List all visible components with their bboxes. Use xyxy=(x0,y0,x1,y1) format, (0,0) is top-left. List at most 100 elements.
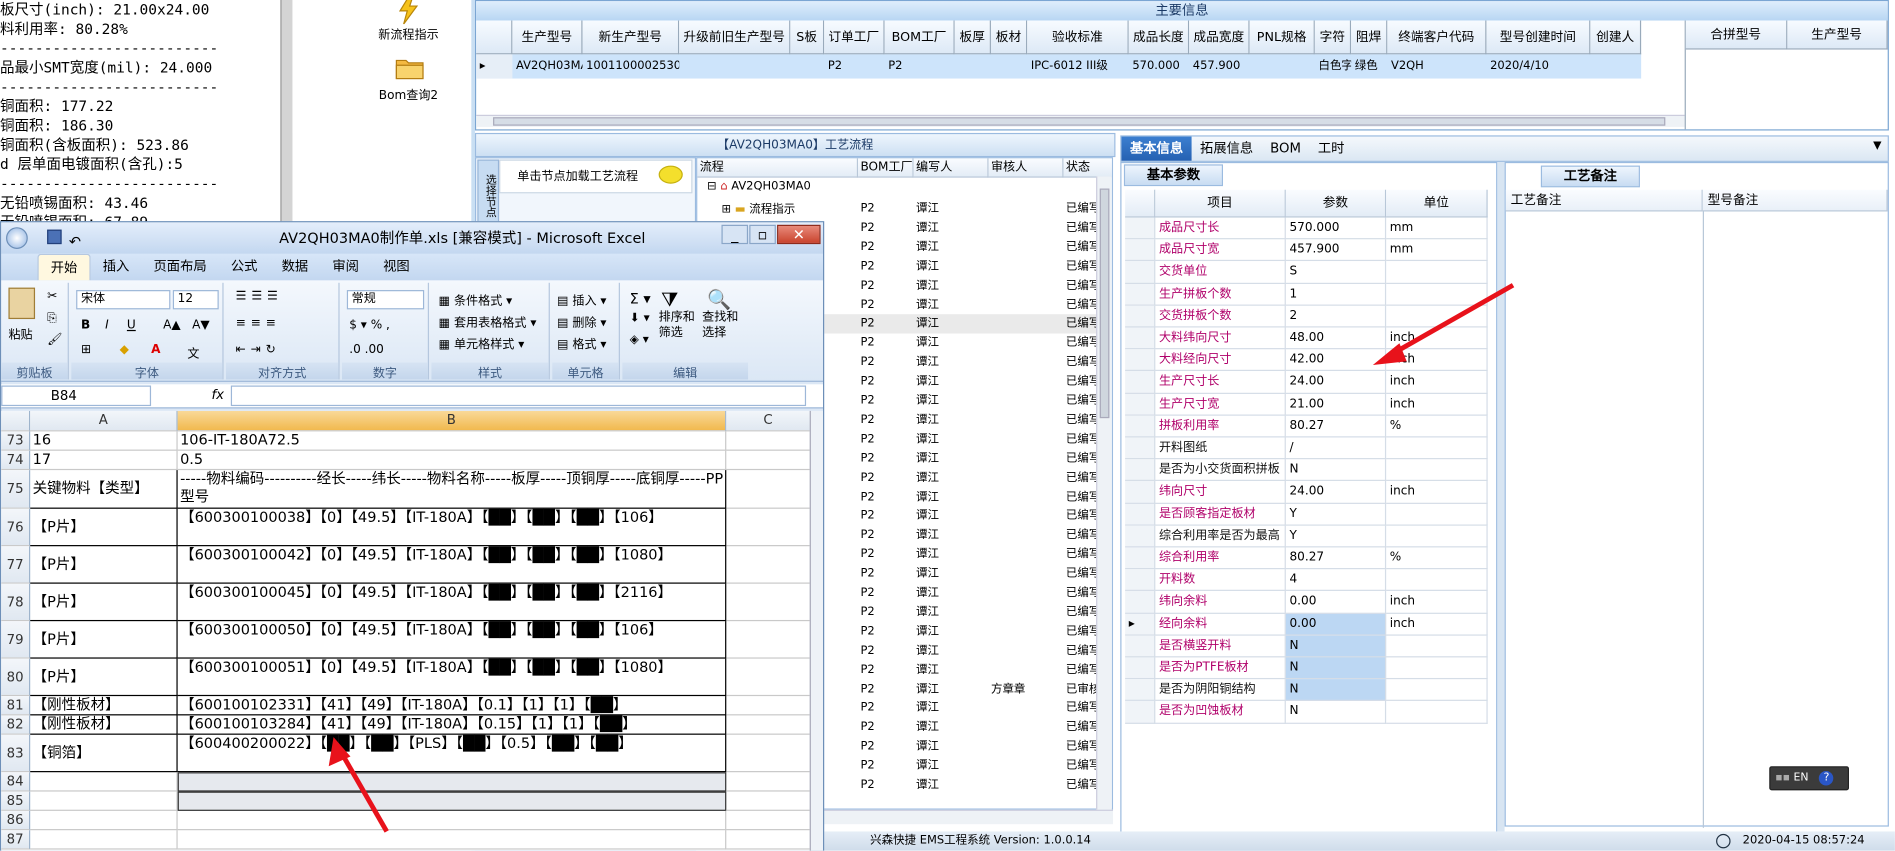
param-value[interactable]: 24.00 xyxy=(1285,481,1387,504)
param-row[interactable]: 交货单位 S xyxy=(1125,261,1488,284)
horizontal-scrollbar[interactable] xyxy=(476,114,1685,127)
copy-icon[interactable]: ⎘ xyxy=(47,312,57,325)
number-format-select[interactable]: 常规 xyxy=(346,290,425,310)
table-format-button[interactable]: ▦ 套用表格格式 ▾ xyxy=(439,312,537,330)
ribbon-tab[interactable]: 审阅 xyxy=(320,254,371,281)
column-header[interactable]: 生产型号 xyxy=(1786,20,1888,50)
fill-icon[interactable]: ⬇ ▾ xyxy=(630,312,650,325)
row-number[interactable]: 73 xyxy=(1,431,31,451)
column-header[interactable]: 工艺备注 xyxy=(1505,189,1703,212)
indent-icons[interactable]: ⇤⇥↻ xyxy=(236,343,281,356)
cell-a[interactable] xyxy=(30,772,178,792)
param-value[interactable]: 80.27 xyxy=(1285,415,1387,438)
ribbon-tab[interactable]: 公式 xyxy=(219,254,270,281)
splitter[interactable] xyxy=(1497,161,1505,851)
horizontal-align-icons[interactable]: ≡≡≡ xyxy=(236,317,281,330)
column-header[interactable]: 项目 xyxy=(1155,189,1286,218)
grow-font-icon[interactable]: A▲ xyxy=(163,319,181,332)
shortcut-new-flow[interactable]: 新流程指示 xyxy=(348,0,469,42)
cell-c[interactable] xyxy=(726,658,811,697)
cell-a[interactable]: 【刚性板材】 xyxy=(30,696,178,716)
restore-button[interactable]: ▫ xyxy=(749,224,776,245)
column-header[interactable]: 合拼型号 xyxy=(1685,20,1787,50)
column-header[interactable]: 成品长度 xyxy=(1128,20,1190,55)
row-number[interactable]: 79 xyxy=(1,621,31,659)
cell-b[interactable]: 【600300100045】【0】【49.5】【IT-180A】【██】【██】… xyxy=(177,583,727,622)
table-cell[interactable] xyxy=(991,54,1027,78)
cell-c[interactable] xyxy=(726,621,811,659)
bold-icon[interactable]: B xyxy=(81,319,90,332)
param-row[interactable]: 生产尺寸宽 21.00 inch xyxy=(1125,393,1488,416)
param-row[interactable]: 开料数 4 xyxy=(1125,569,1488,592)
fill-color-icon[interactable]: ◆ xyxy=(120,343,129,356)
row-number[interactable]: 86 xyxy=(1,810,31,831)
table-cell[interactable]: V2QH xyxy=(1387,54,1486,78)
cell-c[interactable] xyxy=(726,830,811,850)
tab-basic-info[interactable]: 基本信息 xyxy=(1121,136,1192,161)
cell-b[interactable]: 【600100103284】【41】【49】【IT-180A】【0.15】【1】… xyxy=(177,715,727,735)
cell-a[interactable]: 16 xyxy=(30,431,178,451)
column-header[interactable]: S板 xyxy=(790,20,825,55)
paste-icon[interactable] xyxy=(8,287,36,320)
cell-b[interactable] xyxy=(177,830,727,850)
save-icon[interactable] xyxy=(47,229,62,245)
office-button-icon[interactable] xyxy=(6,227,28,249)
table-row[interactable]: ▸AV2QH03MA010011000025302 P2P2 IPC-6012 II… xyxy=(476,54,1642,79)
row-number[interactable]: 80 xyxy=(1,658,31,697)
paste-label[interactable]: 粘贴 xyxy=(8,324,32,342)
param-row[interactable]: 纬向尺寸 24.00 inch xyxy=(1125,481,1488,504)
cell-a[interactable]: 【刚性板材】 xyxy=(30,715,178,735)
row-number[interactable]: 76 xyxy=(1,508,31,547)
param-row[interactable]: 是否为小交货面积拼板 N xyxy=(1125,459,1488,482)
param-row[interactable]: 拼板利用率 80.27% xyxy=(1125,415,1488,438)
param-value[interactable]: 21.00 xyxy=(1285,393,1387,416)
param-row[interactable]: 综合利用率是否为最高 Y xyxy=(1125,525,1488,548)
param-row[interactable]: 是否为PTFE板材 N xyxy=(1125,657,1488,680)
cell-a[interactable]: 【P片】 xyxy=(30,508,178,547)
cut-icon[interactable]: ✂ xyxy=(47,290,57,303)
column-header[interactable]: 验收标准 xyxy=(1027,20,1129,55)
shortcut-bom-query[interactable]: Bom查询2 xyxy=(348,56,469,103)
column-header[interactable]: 字符 xyxy=(1314,20,1352,55)
formula-input[interactable] xyxy=(230,385,807,407)
table-cell[interactable]: 10011000025302 xyxy=(582,54,679,78)
delete-cells-button[interactable]: ▤ 删除 ▾ xyxy=(557,312,606,330)
cell-c[interactable] xyxy=(726,810,811,831)
table-cell[interactable] xyxy=(1250,54,1315,78)
param-value[interactable]: 48.00 xyxy=(1285,327,1387,350)
percent-icon[interactable]: $ ▾ % , xyxy=(349,319,390,332)
column-header[interactable]: 流程 xyxy=(697,158,859,178)
param-row[interactable]: 是否横竖开料 N xyxy=(1125,635,1488,658)
table-row[interactable]: P2 谭江 已编写 xyxy=(697,199,1112,218)
param-value[interactable]: S xyxy=(1285,261,1387,284)
row-number[interactable]: 77 xyxy=(1,546,31,584)
param-row[interactable]: 成品尺寸宽 457.900 mm xyxy=(1125,239,1488,262)
cell-c[interactable] xyxy=(726,715,811,735)
column-header[interactable]: 单位 xyxy=(1386,189,1488,218)
param-value[interactable]: 570.000 xyxy=(1285,217,1387,240)
param-value[interactable]: N xyxy=(1285,701,1387,724)
param-row[interactable]: 综合利用率 80.27% xyxy=(1125,547,1488,570)
param-row[interactable]: 成品尺寸长 570.000 mm xyxy=(1125,217,1488,240)
find-select-label[interactable]: 查找和 选择 xyxy=(702,309,738,340)
worksheet[interactable]: A B C 73 16 106-IT-180A72.5 74 17 0.5 75 关键物料【类型】 -… xyxy=(1,410,811,851)
sort-filter-icon[interactable]: ⧩ xyxy=(661,288,678,312)
cell-b[interactable]: 0.5 xyxy=(177,450,727,471)
table-cell[interactable]: P2 xyxy=(824,54,884,78)
param-value[interactable]: 42.00 xyxy=(1285,349,1387,372)
row-number[interactable]: 74 xyxy=(1,450,31,471)
row-number[interactable]: 83 xyxy=(1,734,31,773)
cell-c[interactable] xyxy=(726,734,811,773)
cell-a[interactable] xyxy=(30,830,178,850)
chevron-down-icon[interactable]: ▼ xyxy=(1873,140,1881,152)
cell-b[interactable] xyxy=(177,810,727,831)
font-color-icon[interactable]: A xyxy=(151,343,160,356)
column-header[interactable]: 订单工厂 xyxy=(824,20,885,55)
column-header[interactable]: A xyxy=(30,410,178,432)
sort-filter-label[interactable]: 排序和 筛选 xyxy=(659,309,695,340)
table-cell[interactable]: P2 xyxy=(885,54,955,78)
param-value[interactable]: 2 xyxy=(1285,305,1387,328)
cell-a[interactable]: 【P片】 xyxy=(30,583,178,622)
tab-work-hours[interactable]: 工时 xyxy=(1309,137,1353,161)
param-value[interactable]: 0.00 xyxy=(1285,591,1387,614)
